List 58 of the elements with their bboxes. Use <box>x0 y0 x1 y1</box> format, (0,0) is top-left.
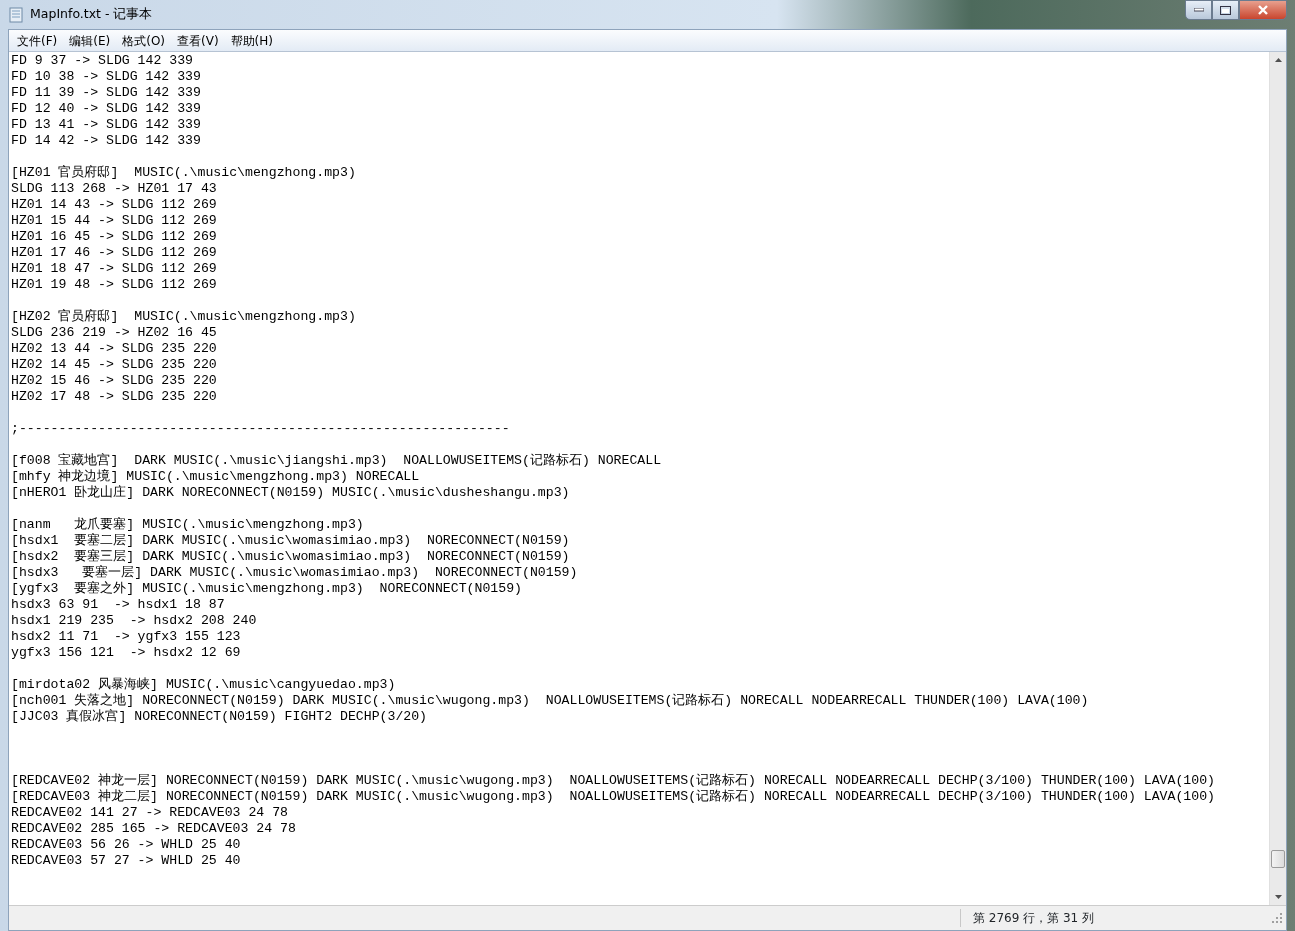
text-line: HZ01 17 46 -> SLDG 112 269 <box>11 245 218 261</box>
text-line: REDCAVE02 141 27 -> REDCAVE03 24 78 <box>11 805 289 821</box>
menu-item[interactable]: 编辑(E) <box>63 31 117 50</box>
text-line: hsdx1 219 235 -> hsdx2 208 240 <box>11 613 258 629</box>
menu-item[interactable]: 帮助(H) <box>224 31 279 50</box>
text-line: [f008 宝藏地宫] DARK MUSIC(.\music\jiangshi.mp3) NOALLOWUSEITEMS(记路标石) NORECALL <box>11 453 663 469</box>
text-line: [mhfy 神龙边境] MUSIC(.\music\mengzhong.mp3) NORECALL <box>11 469 421 485</box>
text-line: HZ02 17 48 -> SLDG 235 220 <box>11 389 218 405</box>
text-line: HZ02 15 46 -> SLDG 235 220 <box>11 373 218 389</box>
text-line: [HZ02 官员府邸] MUSIC(.\music\mengzhong.mp3) <box>11 309 357 325</box>
text-line: HZ01 15 44 -> SLDG 112 269 <box>11 213 218 229</box>
text-line: FD 9 37 -> SLDG 142 339 <box>11 53 195 69</box>
menu-item[interactable]: 文件(F) <box>11 31 64 50</box>
text-line: [nch001 失落之地] NORECONNECT(N0159) DARK MUSIC(.\music\wugong.mp3) NOALLOWUSEITEMS(记路标石) NORECALL NODEARRECALL THUNDER(100) LAVA(100) <box>11 693 1090 709</box>
text-line: FD 10 38 -> SLDG 142 339 <box>11 69 202 85</box>
text-line: [nHERO1 卧龙山庄] DARK NORECONNECT(N0159) MUSIC(.\music\dusheshangu.mp3) <box>11 485 571 501</box>
text-line: HZ01 14 43 -> SLDG 112 269 <box>11 197 218 213</box>
text-line: [hsdx1 要塞二层] DARK MUSIC(.\music\womasimiao.mp3) NORECONNECT(N0159) <box>11 533 571 549</box>
text-line: HZ01 18 47 -> SLDG 112 269 <box>11 261 218 277</box>
minimize-icon <box>1193 8 1204 12</box>
close-icon <box>1257 5 1269 15</box>
menu-item[interactable]: 查看(V) <box>171 31 225 50</box>
text-line: HZ01 16 45 -> SLDG 112 269 <box>11 229 218 245</box>
resize-grip-icon[interactable] <box>1270 911 1284 925</box>
text-line: FD 12 40 -> SLDG 142 339 <box>11 101 202 117</box>
text-line: [ygfx3 要塞之外] MUSIC(.\music\mengzhong.mp3) NORECONNECT(N0159) <box>11 581 523 597</box>
text-line: FD 11 39 -> SLDG 142 339 <box>11 85 202 101</box>
text-line: FD 13 41 -> SLDG 142 339 <box>11 117 202 133</box>
text-line: [hsdx3 要塞一层] DARK MUSIC(.\music\womasimiao.mp3) NORECONNECT(N0159) <box>11 565 579 581</box>
text-line: [REDCAVE03 神龙二层] NORECONNECT(N0159) DARK MUSIC(.\music\wugong.mp3) NOALLOWUSEITEMS(记路标石) NORECALL NODEARRECALL DECHP(3/100) THUNDER(100) LAVA(100) <box>11 789 1217 805</box>
text-line: FD 14 42 -> SLDG 142 339 <box>11 133 202 149</box>
text-line: HZ02 13 44 -> SLDG 235 220 <box>11 341 218 357</box>
close-button[interactable] <box>1239 0 1287 20</box>
text-line: ;-------------------------------------------------------------- <box>11 421 511 437</box>
maximize-button[interactable] <box>1212 0 1239 20</box>
window-title: MapInfo.txt - 记事本 <box>30 5 153 24</box>
text-line: [nanm 龙爪要塞] MUSIC(.\music\mengzhong.mp3) <box>11 517 365 533</box>
text-line: REDCAVE02 285 165 -> REDCAVE03 24 78 <box>11 821 297 837</box>
text-line: [HZ01 官员府邸] MUSIC(.\music\mengzhong.mp3) <box>11 165 357 181</box>
text-line: HZ02 14 45 -> SLDG 235 220 <box>11 357 218 373</box>
maximize-icon <box>1220 5 1231 15</box>
text-line: REDCAVE03 56 26 -> WHLD 25 40 <box>11 837 242 853</box>
text-line: [JJC03 真假冰宫] NORECONNECT(N0159) FIGHT2 DECHP(3/20) <box>11 709 429 725</box>
text-line: hsdx3 63 91 -> hsdx1 18 87 <box>11 597 226 613</box>
text-line: [hsdx2 要塞三层] DARK MUSIC(.\music\womasimiao.mp3) NORECONNECT(N0159) <box>11 549 571 565</box>
text-line: HZ01 19 48 -> SLDG 112 269 <box>11 277 218 293</box>
notepad-icon <box>8 6 24 23</box>
menu-item[interactable]: 格式(O) <box>116 31 172 50</box>
text-line: ygfx3 156 121 -> hsdx2 12 69 <box>11 645 242 661</box>
text-line: SLDG 236 219 -> HZ02 16 45 <box>11 325 218 341</box>
text-line: hsdx2 11 71 -> ygfx3 155 123 <box>11 629 242 645</box>
text-line: REDCAVE03 57 27 -> WHLD 25 40 <box>11 853 242 869</box>
minimize-button[interactable] <box>1185 0 1212 20</box>
text-line: [REDCAVE02 神龙一层] NORECONNECT(N0159) DARK MUSIC(.\music\wugong.mp3) NOALLOWUSEITEMS(记路标石) NORECALL NODEARRECALL DECHP(3/100) THUNDER(100) LAVA(100) <box>11 773 1217 789</box>
cursor-position: 第 2769 行，第 31 列 <box>960 909 1270 927</box>
text-line: SLDG 113 268 -> HZ01 17 43 <box>11 181 218 197</box>
text-line: [mirdota02 风暴海峡] MUSIC(.\music\cangyuedao.mp3) <box>11 677 397 693</box>
scrollbar-thumb[interactable] <box>1271 850 1285 868</box>
